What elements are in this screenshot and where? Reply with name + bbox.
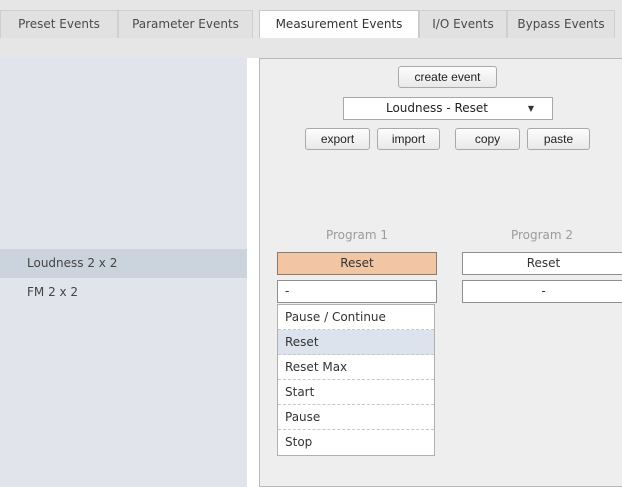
cell-fm-program-1[interactable]: -	[277, 280, 437, 303]
tab-io-events[interactable]: I/O Events	[419, 10, 507, 38]
dropdown-item-pause[interactable]: Pause	[278, 405, 434, 430]
dropdown-item-pause-continue[interactable]: Pause / Continue	[278, 305, 434, 330]
event-type-select[interactable]: Loudness - Reset ▼	[343, 97, 553, 120]
copy-button[interactable]: copy	[455, 128, 520, 150]
cell-loudness-program-1[interactable]: Reset	[277, 252, 437, 275]
sidebar-item-loudness[interactable]: Loudness 2 x 2	[0, 249, 247, 278]
event-action-dropdown: Pause / Continue Reset Reset Max Start P…	[277, 304, 435, 456]
dropdown-item-reset[interactable]: Reset	[278, 330, 434, 355]
dropdown-item-stop[interactable]: Stop	[278, 430, 434, 455]
toolbar-strip	[0, 38, 622, 58]
export-button[interactable]: export	[305, 128, 370, 150]
dropdown-item-start[interactable]: Start	[278, 380, 434, 405]
cell-loudness-program-2[interactable]: Reset	[462, 252, 622, 275]
tab-preset-events[interactable]: Preset Events	[0, 10, 118, 38]
tab-measurement-events[interactable]: Measurement Events	[259, 10, 419, 39]
dropdown-item-reset-max[interactable]: Reset Max	[278, 355, 434, 380]
cell-fm-program-2[interactable]: -	[462, 280, 622, 303]
column-header-program-2: Program 2	[510, 228, 574, 242]
event-type-select-value: Loudness - Reset	[385, 101, 488, 115]
tab-parameter-events[interactable]: Parameter Events	[118, 10, 253, 38]
tab-bypass-events[interactable]: Bypass Events	[507, 10, 615, 38]
paste-button[interactable]: paste	[527, 128, 590, 150]
sidebar-item-fm[interactable]: FM 2 x 2	[0, 278, 247, 307]
column-header-program-1: Program 1	[325, 228, 389, 242]
chevron-down-icon: ▼	[527, 104, 534, 113]
import-button[interactable]: import	[377, 128, 440, 150]
tab-bar: Preset Events Parameter Events Measureme…	[0, 0, 622, 39]
create-event-button[interactable]: create event	[398, 66, 497, 88]
